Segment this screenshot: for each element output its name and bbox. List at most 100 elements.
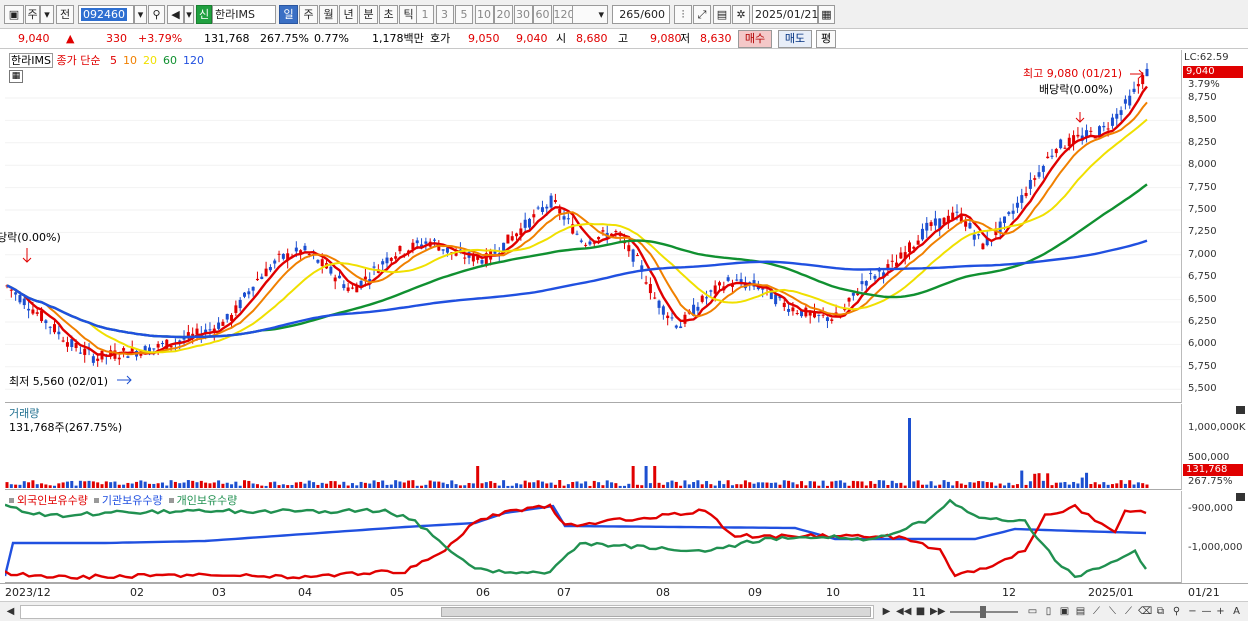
period-tab[interactable]: 초 xyxy=(379,5,398,24)
interval-button[interactable]: 20 xyxy=(494,5,513,24)
interval-button[interactable]: 5 xyxy=(455,5,473,24)
volume-bar xyxy=(182,482,186,488)
candle-body xyxy=(247,291,251,295)
volume-bar xyxy=(18,484,22,488)
stock-name-field[interactable]: 한라IMS xyxy=(212,5,276,24)
candle-body xyxy=(873,275,877,279)
candle-body xyxy=(713,285,717,294)
volume-bar xyxy=(484,482,488,488)
price-chart-panel[interactable]: 한라IMS 종가 단순 5 10 20 60 120 ▦ 최고 9,080 (01/21… xyxy=(0,50,1181,403)
interval-button[interactable]: 60 xyxy=(533,5,552,24)
interval-custom-select[interactable]: ▾ xyxy=(572,5,608,24)
candle-body xyxy=(540,207,544,212)
fast-forward-icon[interactable]: ▶▶ xyxy=(930,605,945,619)
draw-tool-icon[interactable]: ⟋ xyxy=(1122,605,1135,619)
holdings-panel[interactable]: 외국인보유수량 기관보유수량 개인보유수량 xyxy=(5,491,1181,583)
calendar-icon[interactable]: ▦ xyxy=(818,5,835,24)
volume-bar xyxy=(808,481,812,488)
volume-bar xyxy=(860,481,864,488)
layout-icon[interactable]: ▭ xyxy=(1026,605,1039,619)
period-tab[interactable]: 월 xyxy=(319,5,338,24)
plus-icon[interactable]: + xyxy=(1214,605,1227,619)
code-dropdown-icon[interactable]: ▾ xyxy=(134,5,147,24)
date-field[interactable]: 2025/01/21 xyxy=(752,5,818,24)
scroll-left-icon[interactable]: ◀ xyxy=(4,605,17,619)
volume-bar xyxy=(1041,480,1045,488)
count-field[interactable]: 265/600 xyxy=(612,5,670,24)
stop-icon[interactable]: ■ xyxy=(914,605,927,619)
draw-line-icon[interactable]: ⟋ xyxy=(1090,605,1103,619)
ask-price: 9,050 xyxy=(468,32,500,45)
volume-bar xyxy=(70,480,74,488)
stock-code-input[interactable]: 092460 xyxy=(78,5,134,24)
chevron-down-icon[interactable]: ▾ xyxy=(40,5,54,24)
candle-body xyxy=(908,242,911,253)
period-tab[interactable]: 주 xyxy=(299,5,318,24)
volume-chart[interactable] xyxy=(5,404,1181,490)
grid-icon[interactable]: ▦ xyxy=(9,70,23,83)
save-icon[interactable]: ▤ xyxy=(713,5,731,24)
volume-panel[interactable]: 거래량 131,768주(267.75%) xyxy=(5,404,1181,490)
volume-bar xyxy=(549,482,553,488)
erase-icon[interactable]: ⌫ xyxy=(1138,605,1152,619)
buy-button[interactable]: 매수 xyxy=(738,30,772,48)
period-tab[interactable]: 분 xyxy=(359,5,378,24)
volume-bar xyxy=(895,483,899,488)
zoom-slider[interactable] xyxy=(950,606,1018,618)
volume-bar xyxy=(109,482,113,488)
period-main-select[interactable]: 주 xyxy=(25,5,40,24)
eval-button[interactable]: 평 xyxy=(816,30,836,48)
interval-button[interactable]: 1 xyxy=(416,5,434,24)
candle-body xyxy=(1128,95,1132,106)
volume-bar xyxy=(44,484,48,488)
layout-split-icon[interactable]: ▯ xyxy=(1042,605,1055,619)
chart-scrollbar[interactable]: ◀ ▶ ◀◀ ■ ▶▶ ▭ ▯ ▣ ▤ ⟋ ⟍ ⟋ ⌫ ⧉ ⚲ − — + A xyxy=(0,601,1248,621)
copy-icon[interactable]: ⧉ xyxy=(1154,605,1167,619)
window-icon[interactable]: ▣ xyxy=(1058,605,1071,619)
speaker-icon[interactable]: ◀ xyxy=(167,5,184,24)
period-tab[interactable]: 년 xyxy=(339,5,358,24)
volume-bar xyxy=(1136,482,1140,488)
gear-icon[interactable]: ✲ xyxy=(732,5,750,24)
candle-body xyxy=(562,216,566,220)
volume-bar xyxy=(640,485,644,488)
sell-button[interactable]: 매도 xyxy=(778,30,812,48)
interval-button[interactable]: 3 xyxy=(435,5,454,24)
panel-close-icon[interactable] xyxy=(1236,493,1245,501)
prev-button[interactable]: 전 xyxy=(56,5,74,24)
window2-icon[interactable]: ▤ xyxy=(1074,605,1087,619)
candle-body xyxy=(122,348,126,351)
panel-close-icon[interactable] xyxy=(1236,406,1245,414)
zoom-slider-handle[interactable] xyxy=(980,606,986,618)
minus-icon[interactable]: − xyxy=(1186,605,1199,619)
interval-button[interactable]: 10 xyxy=(474,5,494,24)
candle-body xyxy=(864,281,868,286)
scroll-right-icon[interactable]: ▶ xyxy=(880,605,893,619)
chart-settings-icon[interactable]: ▣ xyxy=(4,5,24,24)
volume-bar xyxy=(959,483,963,488)
font-size-icon[interactable]: A xyxy=(1230,605,1243,619)
candle-body xyxy=(70,339,74,348)
scroll-track[interactable] xyxy=(20,605,874,619)
candle-icon[interactable]: ⫶ xyxy=(674,5,692,24)
x-axis-label: 2025/01 xyxy=(1088,586,1134,599)
volume-bar xyxy=(705,481,709,488)
draw-diag-icon[interactable]: ⟍ xyxy=(1106,605,1119,619)
speaker-dropdown-icon[interactable]: ▾ xyxy=(184,5,194,24)
search-icon[interactable]: ⚲ xyxy=(148,5,165,24)
period-tab[interactable]: 일 xyxy=(279,5,298,24)
candle-body xyxy=(998,221,1002,233)
scroll-thumb[interactable] xyxy=(441,607,871,617)
line-tool-icon[interactable]: ⤢ xyxy=(693,5,711,24)
candle-body xyxy=(653,297,657,299)
interval-button[interactable]: 120 xyxy=(552,5,575,24)
rewind-icon[interactable]: ◀◀ xyxy=(896,605,911,619)
candle-body xyxy=(683,314,687,324)
price-chart[interactable] xyxy=(5,50,1181,403)
line-icon[interactable]: — xyxy=(1200,605,1213,619)
search-icon[interactable]: ⚲ xyxy=(1170,605,1183,619)
volume-bar xyxy=(338,484,341,488)
interval-button[interactable]: 30 xyxy=(513,5,533,24)
candle-body xyxy=(463,257,467,259)
volume-bar xyxy=(1076,483,1080,488)
